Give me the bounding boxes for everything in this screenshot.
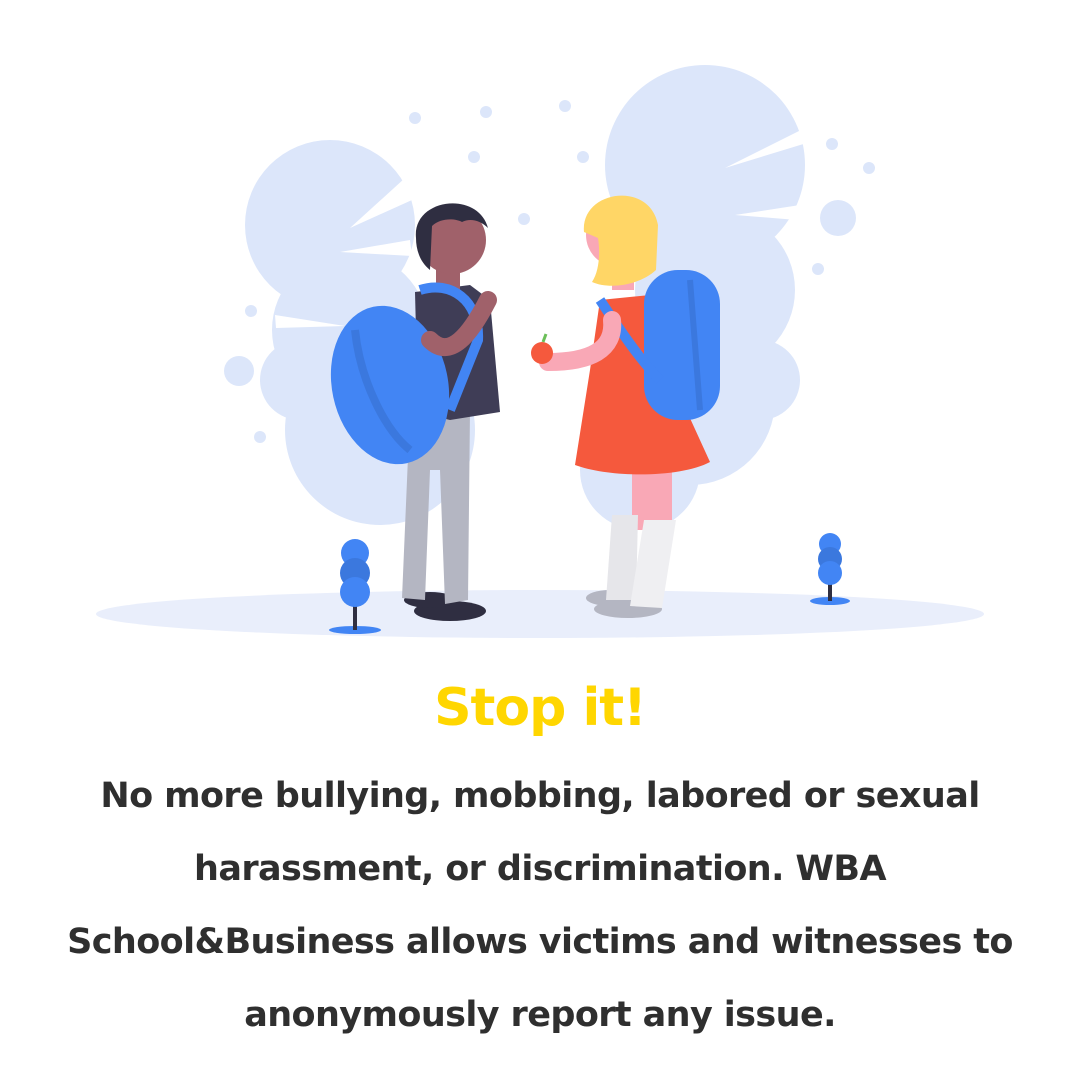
apple-icon bbox=[531, 342, 553, 364]
description-text: No more bullying, mobbing, labored or se… bbox=[67, 776, 1013, 1035]
headline: Stop it! bbox=[434, 678, 647, 738]
ground-shadow bbox=[96, 590, 984, 638]
students-illustration bbox=[96, 65, 984, 638]
onboarding-slide: Stop it! No more bullying, mobbing, labo… bbox=[0, 0, 1080, 1080]
right-tree-icon bbox=[810, 533, 850, 605]
